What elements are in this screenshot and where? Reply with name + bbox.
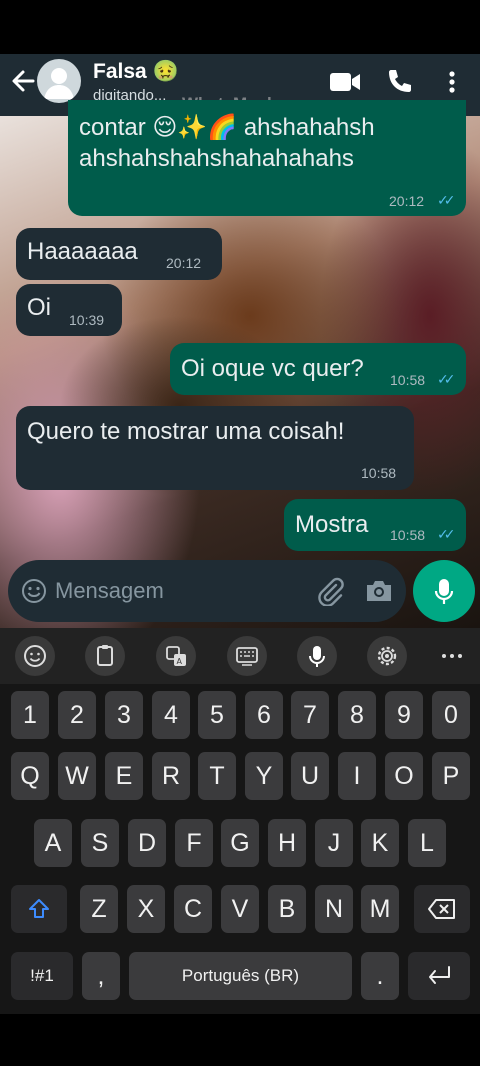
keyboard-layout-icon[interactable] [227, 636, 267, 676]
read-ticks-icon: ✓✓ [437, 371, 456, 387]
key-8[interactable]: 8 [338, 691, 376, 739]
key-d[interactable]: D [128, 819, 166, 867]
message-text: Mostra [295, 511, 369, 538]
attach-icon[interactable] [316, 576, 344, 607]
svg-text:A: A [177, 657, 183, 666]
key-f[interactable]: F [175, 819, 213, 867]
back-arrow-icon[interactable] [8, 66, 38, 96]
message-time: 20:12 [389, 193, 425, 209]
key-4[interactable]: 4 [152, 691, 190, 739]
key-9[interactable]: 9 [385, 691, 423, 739]
space-key[interactable]: Português (BR) [129, 952, 352, 1000]
message-text: Quero te mostrar uma coisah! [27, 418, 345, 445]
emoji-icon[interactable] [21, 578, 47, 604]
key-u[interactable]: U [291, 752, 329, 800]
key-a[interactable]: A [34, 819, 72, 867]
key-t[interactable]: T [198, 752, 236, 800]
key-g[interactable]: G [221, 819, 259, 867]
settings-gear-icon[interactable] [367, 636, 407, 676]
key-1[interactable]: 1 [11, 691, 49, 739]
period-key[interactable]: . [361, 952, 399, 1000]
key-6[interactable]: 6 [245, 691, 283, 739]
key-c[interactable]: C [174, 885, 212, 933]
message-time: 10:39 [69, 312, 105, 328]
voice-call-icon[interactable] [383, 66, 419, 98]
read-ticks-icon: ✓✓ [437, 192, 456, 208]
contact-name[interactable]: Falsa 🤢 [93, 60, 179, 84]
key-e[interactable]: E [105, 752, 143, 800]
system-nav-bar [0, 1014, 480, 1066]
message-time: 20:12 [166, 255, 202, 271]
contact-avatar[interactable] [37, 59, 81, 103]
voice-input-icon[interactable] [297, 636, 337, 676]
enter-key[interactable] [408, 952, 470, 1000]
translate-icon[interactable]: A [156, 636, 196, 676]
key-l[interactable]: L [408, 819, 446, 867]
key-z[interactable]: Z [80, 885, 118, 933]
key-o[interactable]: O [385, 752, 423, 800]
key-5[interactable]: 5 [198, 691, 236, 739]
key-2[interactable]: 2 [58, 691, 96, 739]
key-v[interactable]: V [221, 885, 259, 933]
message-text: Haaaaaaa [27, 238, 138, 265]
key-0[interactable]: 0 [432, 691, 470, 739]
camera-icon[interactable] [364, 577, 394, 605]
key-7[interactable]: 7 [291, 691, 329, 739]
message-text: ahshahshahshahahahahs [79, 145, 354, 172]
message-input[interactable]: Mensagem [55, 578, 164, 604]
key-x[interactable]: X [127, 885, 165, 933]
more-options-icon[interactable] [440, 66, 460, 98]
key-i[interactable]: I [338, 752, 376, 800]
key-p[interactable]: P [432, 752, 470, 800]
message-time: 10:58 [390, 372, 426, 388]
key-j[interactable]: J [315, 819, 353, 867]
key-n[interactable]: N [315, 885, 353, 933]
message-time: 10:58 [390, 527, 426, 543]
read-ticks-icon: ✓✓ [437, 526, 456, 542]
key-r[interactable]: R [152, 752, 190, 800]
key-s[interactable]: S [81, 819, 119, 867]
key-q[interactable]: Q [11, 752, 49, 800]
video-call-icon[interactable] [327, 66, 363, 98]
clipboard-icon[interactable] [85, 636, 125, 676]
shift-key[interactable] [11, 885, 67, 933]
message-text: Oi [27, 294, 51, 321]
message-text: contar 😌✨🌈 ahshahahsh [79, 114, 375, 141]
key-m[interactable]: M [361, 885, 399, 933]
more-keyboard-options-icon[interactable] [438, 646, 466, 666]
status-bar [0, 0, 480, 54]
key-b[interactable]: B [268, 885, 306, 933]
mic-icon [433, 577, 455, 607]
key-h[interactable]: H [268, 819, 306, 867]
message-time: 10:58 [361, 465, 397, 481]
key-w[interactable]: W [58, 752, 96, 800]
symbols-key[interactable]: !#1 [11, 952, 73, 1000]
key-k[interactable]: K [361, 819, 399, 867]
emoji-keyboard-icon[interactable] [15, 636, 55, 676]
key-3[interactable]: 3 [105, 691, 143, 739]
backspace-key[interactable] [414, 885, 470, 933]
message-text: Oi oque vc quer? [181, 355, 364, 382]
key-y[interactable]: Y [245, 752, 283, 800]
comma-key[interactable]: , [82, 952, 120, 1000]
